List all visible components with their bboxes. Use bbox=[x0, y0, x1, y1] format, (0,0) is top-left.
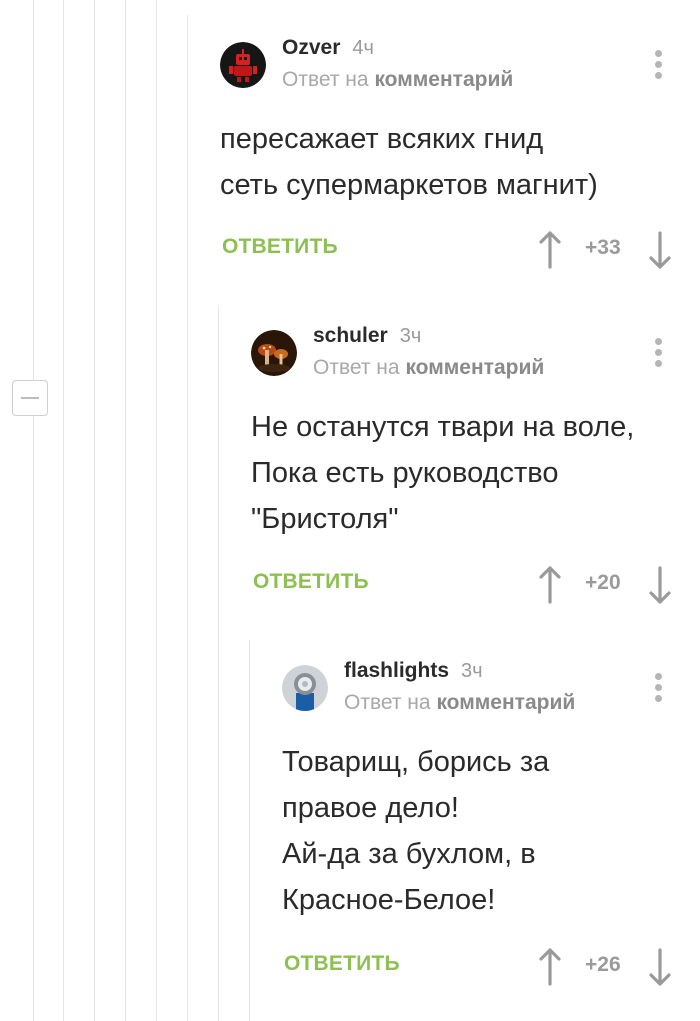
author-name[interactable]: Ozver bbox=[282, 36, 340, 59]
comment-line: Ай-да за бухлом, в bbox=[282, 838, 536, 870]
author-name[interactable]: schuler bbox=[313, 324, 388, 347]
upvote-arrow-icon[interactable] bbox=[535, 230, 565, 270]
thread-line[interactable] bbox=[249, 640, 250, 1021]
comment-line: Товарищ, борись за bbox=[282, 746, 550, 778]
reply-prefix: Ответ на bbox=[313, 356, 400, 379]
reply-target-link[interactable]: комментарий bbox=[374, 68, 513, 91]
comment-line: правое дело! bbox=[282, 792, 459, 824]
reply-button[interactable]: ОТВЕТИТЬ bbox=[222, 235, 338, 259]
comment: Ozver 4ч Ответ на комментарий пересажает … bbox=[220, 36, 680, 276]
downvote-arrow-icon[interactable] bbox=[645, 565, 675, 605]
author-name[interactable]: flashlights bbox=[344, 659, 449, 682]
comment: schuler 3ч Ответ на комментарий Не остану… bbox=[251, 324, 680, 614]
more-options-icon[interactable] bbox=[655, 50, 663, 80]
reply-prefix: Ответ на bbox=[282, 68, 369, 91]
thread-line bbox=[156, 0, 157, 1021]
reply-to-line: Ответ на комментарий bbox=[344, 691, 575, 715]
upvote-arrow-icon[interactable] bbox=[535, 947, 565, 987]
reply-to-line: Ответ на комментарий bbox=[282, 68, 513, 92]
flashlight-avatar-icon bbox=[282, 665, 328, 711]
comment-line: Не останутся твари на воле, bbox=[251, 411, 635, 443]
comment: flashlights 3ч Ответ на комментарий Товар… bbox=[282, 659, 680, 999]
thread-line bbox=[63, 0, 64, 1021]
reply-button[interactable]: ОТВЕТИТЬ bbox=[253, 570, 369, 594]
comment-author-link[interactable]: Ozver 4ч bbox=[282, 36, 374, 60]
downvote-arrow-icon[interactable] bbox=[645, 230, 675, 270]
reply-to-line: Ответ на комментарий bbox=[313, 356, 544, 380]
downvote-arrow-icon[interactable] bbox=[645, 947, 675, 987]
comment-author-link[interactable]: schuler 3ч bbox=[313, 324, 421, 348]
thread-line[interactable] bbox=[187, 15, 188, 1021]
collapse-thread-button[interactable] bbox=[12, 380, 48, 416]
avatar[interactable] bbox=[282, 665, 328, 711]
comment-age: 4ч bbox=[352, 37, 374, 59]
comment-age: 3ч bbox=[399, 325, 422, 347]
comment-text: Товарищ, борись за правое дело! Ай-да за… bbox=[282, 739, 549, 923]
comment-score: +33 bbox=[585, 236, 621, 259]
comment-text: пересажает всяких гнид сеть супермаркето… bbox=[220, 116, 598, 208]
comment-age: 3ч bbox=[461, 660, 483, 682]
vote-controls: +26 bbox=[535, 947, 675, 987]
reply-target-link[interactable]: комментарий bbox=[405, 356, 544, 379]
comment-line: сеть супермаркетов магнит) bbox=[220, 169, 598, 201]
comment-author-link[interactable]: flashlights 3ч bbox=[344, 659, 483, 683]
vote-controls: +33 bbox=[535, 230, 675, 270]
reply-target-link[interactable]: комментарий bbox=[436, 691, 575, 714]
comment-line: Красное-Белое! bbox=[282, 884, 496, 916]
comment-line: пересажает всяких гнид bbox=[220, 123, 544, 155]
reply-prefix: Ответ на bbox=[344, 691, 431, 714]
thread-line bbox=[94, 0, 95, 1021]
upvote-arrow-icon[interactable] bbox=[535, 565, 565, 605]
red-robot-avatar-icon bbox=[220, 42, 266, 88]
avatar[interactable] bbox=[251, 330, 297, 376]
reply-button[interactable]: ОТВЕТИТЬ bbox=[284, 952, 400, 976]
mushrooms-avatar-icon bbox=[251, 330, 297, 376]
thread-line bbox=[125, 0, 126, 1021]
comment-line: "Бристоля" bbox=[251, 503, 399, 535]
more-options-icon[interactable] bbox=[655, 673, 663, 703]
comment-line: Пока есть руководство bbox=[251, 457, 559, 489]
vote-controls: +20 bbox=[535, 565, 675, 605]
thread-line[interactable] bbox=[218, 306, 219, 1021]
avatar[interactable] bbox=[220, 42, 266, 88]
more-options-icon[interactable] bbox=[655, 338, 663, 368]
thread-line bbox=[33, 0, 34, 1021]
comment-score: +20 bbox=[585, 571, 621, 594]
comment-score: +26 bbox=[585, 953, 621, 976]
comment-text: Не останутся твари на воле, Пока есть ру… bbox=[251, 404, 634, 542]
